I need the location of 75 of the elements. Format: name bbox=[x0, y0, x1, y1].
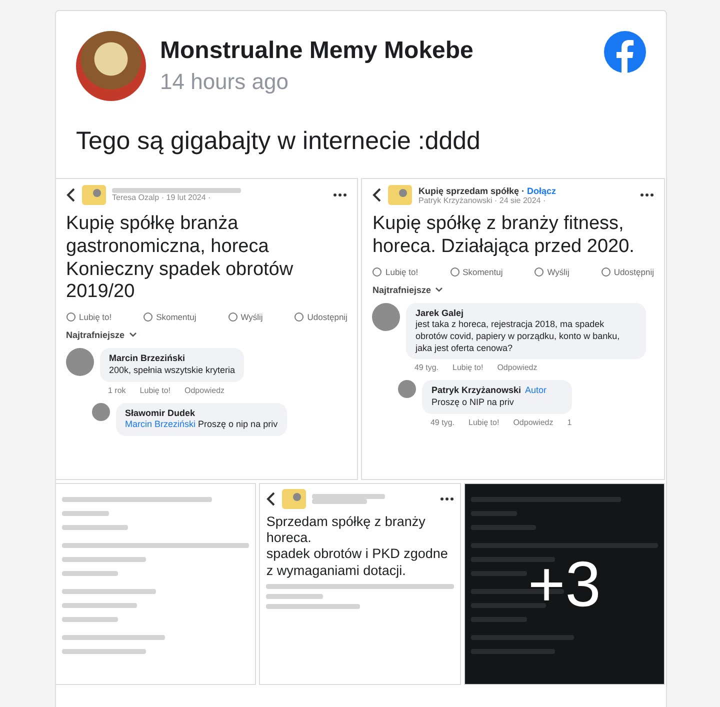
commenter-name: Jarek Galej bbox=[415, 308, 464, 320]
blurred-text bbox=[470, 571, 527, 576]
post-screenshot[interactable]: Sprzedam spółkę z branży horeca. spadek obrotów i PKD zgodne z wymaganiami dotacji. bbox=[259, 483, 461, 685]
reaction-count: 1 bbox=[567, 418, 572, 427]
chevron-down-icon bbox=[128, 332, 137, 338]
post-action[interactable]: Skomentuj bbox=[143, 312, 196, 322]
action-icon bbox=[143, 312, 154, 322]
action-icon bbox=[294, 312, 304, 322]
more-icon bbox=[440, 497, 454, 501]
post-byline: Patryk Krzyżanowski · 24 sie 2024 · bbox=[418, 196, 546, 204]
post-action[interactable]: Udostępnij bbox=[600, 266, 654, 277]
post-screenshot[interactable] bbox=[55, 178, 358, 480]
comment-action: 49 tyg. bbox=[430, 418, 454, 427]
comment-action: 49 tyg. bbox=[414, 363, 438, 372]
avatar-placeholder bbox=[92, 402, 110, 421]
back-icon bbox=[66, 188, 76, 202]
blurred-text bbox=[62, 571, 118, 576]
blurred-text bbox=[62, 511, 109, 516]
avatar-placeholder bbox=[66, 348, 94, 376]
blurred-text bbox=[470, 617, 527, 622]
back-icon bbox=[266, 492, 276, 506]
sort-label[interactable]: Najtrafniejsze bbox=[66, 330, 125, 340]
blurred-text bbox=[62, 617, 118, 622]
action-icon bbox=[450, 266, 460, 277]
comment-action[interactable]: Lubię to! bbox=[468, 418, 500, 427]
post-title: Kupię spółkę branża gastronomiczna, horeca Konieczny spadek obrotów 2019/20 bbox=[66, 213, 294, 304]
post-screenshot[interactable] bbox=[361, 178, 665, 480]
post-action[interactable]: Udostępnij bbox=[294, 312, 348, 322]
post-byline: Teresa Ozalp · 19 lut 2024 · bbox=[112, 193, 212, 202]
post-action[interactable]: Lubię to! bbox=[372, 266, 418, 277]
commenter-name: Sławomir Dudek bbox=[125, 408, 196, 420]
comment-text: 200k, spełnia wszytskie kryteria bbox=[109, 364, 236, 377]
action-icon bbox=[600, 266, 611, 277]
action-icon bbox=[372, 266, 382, 277]
sort-label[interactable]: Najtrafniejsze bbox=[372, 284, 432, 295]
comment-action[interactable]: Odpowiedz bbox=[513, 418, 554, 427]
action-icon bbox=[66, 312, 76, 322]
author-label: Autor bbox=[525, 385, 547, 398]
commenter-name: Patryk Krzyżanowski bbox=[431, 385, 522, 398]
blurred-text bbox=[470, 525, 536, 530]
blurred-text bbox=[62, 525, 128, 530]
avatar-placeholder bbox=[398, 380, 416, 398]
post-text: Tego są gigabajty w internecie :dddd bbox=[76, 127, 482, 156]
comment-action[interactable]: Lubię to! bbox=[140, 386, 170, 395]
back-icon bbox=[372, 188, 382, 202]
comment-action[interactable]: Odpowiedz bbox=[497, 363, 538, 372]
group-avatar-icon bbox=[388, 185, 412, 205]
comment-action[interactable]: Lubię to! bbox=[452, 363, 484, 372]
post-action[interactable]: Wyślij bbox=[534, 266, 570, 277]
post-time: 14 hours ago bbox=[160, 69, 290, 95]
group-avatar-icon bbox=[282, 489, 306, 509]
comment-action: 1 rok bbox=[108, 386, 126, 395]
blurred-text bbox=[470, 511, 518, 516]
comment-action[interactable]: Odpowiedz bbox=[184, 386, 225, 395]
chevron-down-icon bbox=[435, 286, 444, 293]
comment-text: jest taka z horeca, rejestracja 2018, ma spadek obrotów covid, papiery w porządku, konto w banku, jaka jest oferta cenowa? bbox=[415, 319, 621, 354]
more-icon bbox=[333, 193, 348, 197]
blurred-text bbox=[266, 594, 323, 599]
post-action[interactable]: Lubię to! bbox=[66, 312, 112, 322]
action-icon bbox=[534, 266, 544, 277]
avatar-placeholder bbox=[372, 302, 400, 331]
comment-text: Proszę o NIP na priv bbox=[431, 397, 515, 409]
group-name: Kupię sprzedam spółkę · Dołącz bbox=[418, 186, 558, 196]
more-icon bbox=[640, 193, 654, 197]
comment-text: Marcin Brzeziński Proszę o nip na priv bbox=[125, 419, 278, 431]
post-title: Kupię spółkę z branży fitness, horeca. Działająca przed 2020. bbox=[372, 213, 636, 259]
more-photos-count[interactable]: +3 bbox=[464, 484, 664, 684]
post-action[interactable]: Skomentuj bbox=[450, 266, 503, 277]
author-name[interactable]: Monstrualne Memy Mokebe bbox=[160, 37, 590, 65]
commenter-name: Marcin Brzeziński bbox=[109, 353, 186, 365]
action-icon bbox=[228, 312, 238, 322]
post-title: Sprzedam spółkę z branży horeca. spadek obrotów i PKD zgodne z wymaganiami dotacji. bbox=[266, 514, 449, 579]
post-action[interactable]: Wyślij bbox=[228, 312, 263, 322]
group-avatar-icon bbox=[82, 185, 106, 205]
facebook-logo-icon[interactable] bbox=[604, 31, 646, 73]
